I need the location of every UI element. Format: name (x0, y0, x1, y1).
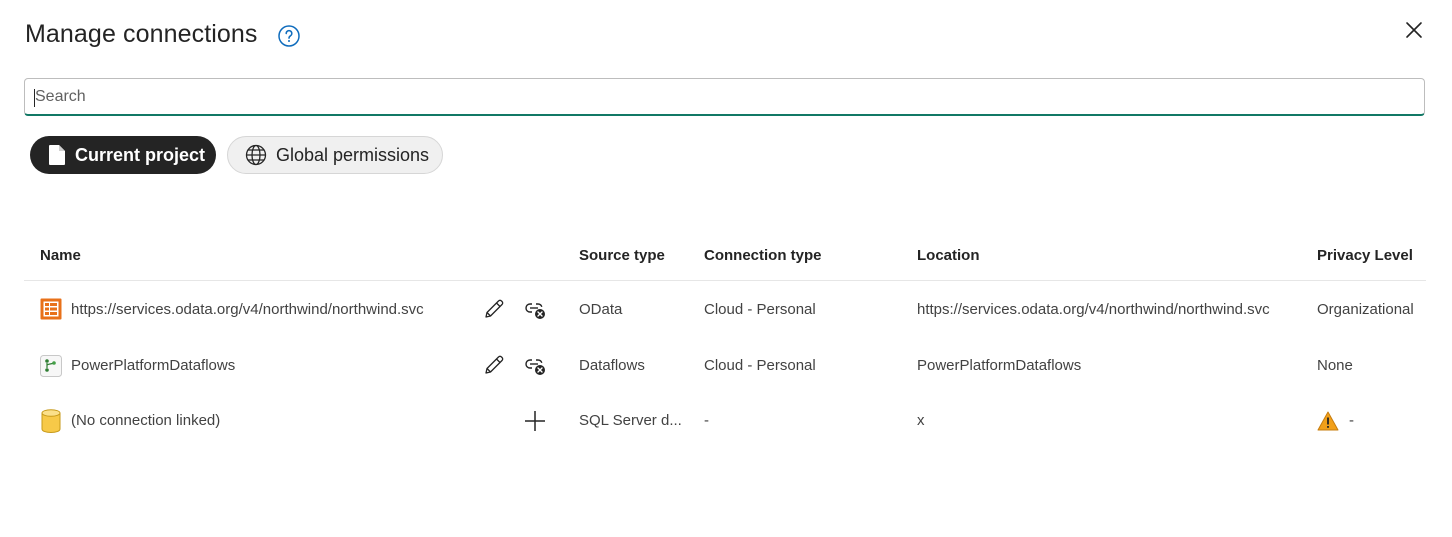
edit-pencil-icon[interactable] (482, 297, 506, 321)
current-project-label: Current project (75, 144, 206, 165)
source-type: SQL Server d... (579, 412, 682, 429)
column-header-source-type[interactable]: Source type (579, 247, 665, 264)
privacy-level: None (1317, 357, 1353, 374)
location: PowerPlatformDataflows (917, 357, 1082, 374)
add-icon[interactable] (523, 409, 547, 433)
odata-source-icon (40, 298, 62, 320)
warning-icon (1317, 411, 1339, 431)
column-header-privacy-level[interactable]: Privacy Level (1317, 247, 1413, 264)
source-type: Dataflows (579, 357, 645, 374)
unlink-connection-icon[interactable] (524, 354, 548, 378)
current-project-button[interactable]: Current project (30, 136, 216, 174)
privacy-level: Organizational (1317, 301, 1414, 318)
global-permissions-button[interactable]: Global permissions (227, 136, 443, 174)
location: https://services.odata.org/v4/northwind/… (917, 301, 1270, 318)
connection-type: Cloud - Personal (704, 357, 816, 374)
help-icon[interactable] (277, 24, 301, 48)
document-icon (49, 145, 65, 165)
connection-type: Cloud - Personal (704, 301, 816, 318)
dialog-title: Manage connections (25, 20, 258, 48)
dataflows-source-icon (40, 355, 62, 377)
search-field[interactable] (24, 78, 1425, 116)
location: x (917, 412, 925, 429)
global-permissions-label: Global permissions (276, 144, 430, 165)
column-header-name[interactable]: Name (40, 247, 81, 264)
connection-name: (No connection linked) (71, 412, 221, 429)
text-caret (34, 89, 35, 107)
connection-name: PowerPlatformDataflows (71, 357, 236, 374)
database-icon (41, 409, 61, 433)
source-type: OData (579, 301, 623, 318)
edit-pencil-icon[interactable] (482, 353, 506, 377)
privacy-level: - (1349, 412, 1354, 429)
connection-type: - (704, 412, 709, 429)
header-divider (24, 280, 1426, 281)
unlink-connection-icon[interactable] (524, 298, 548, 322)
column-header-connection-type[interactable]: Connection type (704, 247, 822, 264)
close-icon[interactable] (1402, 18, 1426, 42)
connection-name: https://services.odata.org/v4/northwind/… (71, 301, 424, 318)
globe-icon (245, 144, 267, 166)
column-header-location[interactable]: Location (917, 247, 980, 264)
search-input[interactable] (25, 79, 1424, 114)
